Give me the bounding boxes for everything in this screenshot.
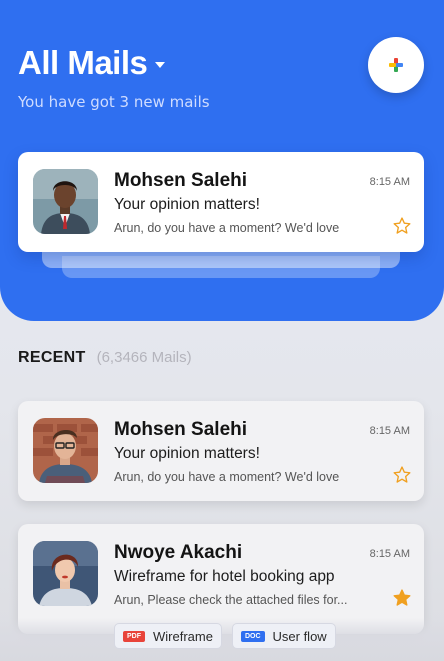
attachment-name: User flow	[272, 628, 327, 644]
avatar	[33, 418, 98, 483]
sender-name: Mohsen Salehi	[114, 170, 248, 191]
new-mails-subtitle: You have got 3 new mails	[18, 93, 210, 111]
avatar	[33, 169, 98, 234]
mail-preview: Arun, Please check the attached files fo…	[114, 593, 348, 607]
mail-time: 8:15 AM	[369, 548, 410, 560]
star-outline-icon[interactable]	[392, 216, 412, 236]
attachment-user-flow[interactable]: DOC User flow	[231, 623, 336, 649]
sender-name: Mohsen Salehi	[114, 419, 248, 440]
avatar	[33, 541, 98, 606]
mail-preview: Arun, do you have a moment? We'd love	[114, 470, 340, 484]
doc-file-icon: DOC	[240, 630, 265, 642]
chevron-down-icon	[155, 62, 166, 68]
attachment-list: PDF Wireframe DOC User flow	[114, 623, 346, 649]
pdf-file-icon: PDF	[123, 630, 145, 642]
mail-subject: Your opinion matters!	[114, 196, 260, 213]
attachment-name: Wireframe	[153, 628, 213, 644]
compose-button[interactable]	[368, 37, 424, 93]
recent-mail-count: (6,3466 Mails)	[96, 349, 192, 366]
page-title: All Mails	[18, 44, 148, 81]
featured-mail-card[interactable]: Mohsen Salehi Your opinion matters! Arun…	[18, 152, 424, 252]
mail-list-item[interactable]: Mohsen Salehi Your opinion matters! Arun…	[18, 401, 424, 501]
mail-preview: Arun, do you have a moment? We'd love	[114, 221, 340, 235]
mail-subject: Wireframe for hotel booking app	[114, 568, 335, 585]
star-filled-icon[interactable]	[392, 588, 412, 608]
attachment-wireframe[interactable]: PDF Wireframe	[114, 623, 222, 649]
recent-label: RECENT	[18, 349, 86, 366]
mail-time: 8:15 AM	[369, 176, 410, 188]
plus-icon	[389, 58, 403, 72]
star-outline-icon[interactable]	[392, 465, 412, 485]
mailbox-selector[interactable]: All Mails	[18, 44, 166, 82]
sender-name: Nwoye Akachi	[114, 542, 243, 563]
recent-section-header: RECENT (6,3466 Mails)	[18, 349, 192, 367]
mail-time: 8:15 AM	[369, 425, 410, 437]
mail-subject: Your opinion matters!	[114, 445, 260, 462]
